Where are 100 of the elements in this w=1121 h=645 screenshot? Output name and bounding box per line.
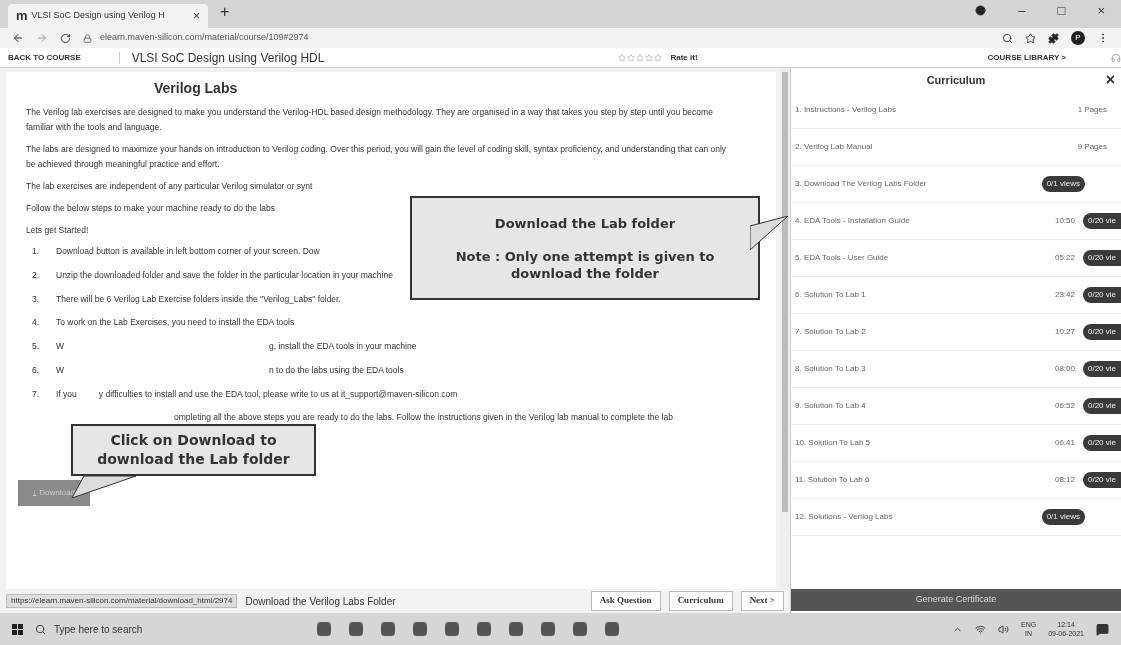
paragraph: The lab exercises are independent of any particular Verilog simulator or synt (26, 180, 314, 193)
taskbar-app-icon[interactable] (541, 622, 555, 636)
media-icon[interactable] (975, 4, 987, 16)
step-text: g, install the EDA tools in your machine (269, 340, 417, 353)
zoom-icon[interactable] (1002, 32, 1013, 44)
generate-certificate-button[interactable]: Generate Certificate (791, 589, 1121, 611)
start-icon[interactable] (12, 623, 23, 635)
window-control[interactable]: × (1097, 0, 1105, 20)
curriculum-item[interactable]: 5. EDA Tools - User Guide 05:22 0/20 vie (791, 240, 1121, 277)
views-badge: 0/20 vie (1082, 435, 1121, 451)
nav-button[interactable]: Ask Question (590, 591, 661, 611)
curriculum-item[interactable]: 6. Solution To Lab 1 23:42 0/20 vie (791, 277, 1121, 314)
item-info: 06:41 (1053, 437, 1075, 449)
rate-link[interactable]: Rate it! (670, 51, 698, 64)
wifi-icon[interactable] (975, 623, 986, 635)
taskbar-search-field[interactable]: Type here to search (54, 621, 254, 637)
item-info: 9 Pages (1076, 141, 1107, 153)
step-number: 1. (31, 245, 41, 258)
lock-icon (83, 33, 92, 43)
nav-button[interactable]: Curriculum (668, 591, 733, 611)
taskbar-app-icon[interactable] (445, 622, 459, 636)
step-text: Unzip the downloaded folder and save the folder in the particular location in your machine (56, 268, 393, 282)
taskbar-app-icon[interactable] (349, 622, 363, 636)
tab-title: VLSI SoC Design using Verilog H (31, 9, 166, 23)
back-icon[interactable] (12, 32, 24, 44)
headphones-icon[interactable] (1111, 52, 1121, 63)
step-text: y difficulties to install and use the EDA tool, please write to us at it_support@maven-silicon.com (98, 387, 458, 401)
address-field[interactable]: elearn.maven-silicon.com/material/course/109#2974 (83, 31, 990, 45)
step-text: W (56, 363, 65, 377)
paragraph: The labs are designed to maximize your hands on introduction to Verilog coding. Over this period, you will gain the level of coding skill, syntax proficiency, and understanding that can only be achieved through meaningful practice and effort. (26, 143, 728, 171)
curriculum-item[interactable]: 4. EDA Tools - Installation Guide 10:50 0/20 vie (791, 203, 1121, 240)
window-control[interactable]: □ (1057, 0, 1066, 20)
views-badge: 0/20 vie (1082, 213, 1121, 229)
views-badge: 0/20 vie (1082, 361, 1121, 377)
notifications-icon[interactable] (1096, 622, 1109, 636)
curriculum-item[interactable]: 8. Solution To Lab 3 08:00 0/20 vie (791, 351, 1121, 388)
taskbar-app-icon[interactable] (381, 622, 395, 636)
item-info: 06:52 (1053, 400, 1075, 412)
new-tab-button[interactable]: + (220, 0, 230, 24)
back-to-course-link[interactable]: BACK TO COURSE (0, 51, 120, 64)
reload-icon[interactable] (60, 32, 71, 44)
item-info: 10:50 (1053, 215, 1075, 227)
curriculum-item[interactable]: 7. Solution To Lab 2 10:27 0/20 vie (791, 314, 1121, 351)
course-title: VLSI SoC Design using Verilog HDL (130, 49, 326, 67)
step-text: W (56, 340, 65, 353)
step-number: 4. (31, 316, 41, 329)
step-text: To work on the Lab Exercises, you need to install the EDA tools (56, 316, 295, 329)
item-info: 08:12 (1053, 474, 1075, 486)
browser-tab[interactable]: m VLSI SoC Design using Verilog H × (8, 4, 208, 28)
curriculum-item[interactable]: 3. Download The Verilog Labs Folder 0/1 views (791, 166, 1121, 203)
window-control[interactable]: – (1018, 0, 1026, 20)
taskbar-app-icon[interactable] (413, 622, 427, 636)
panel-title: Curriculum (926, 72, 986, 88)
curriculum-item[interactable]: 9. Solution To Lab 4 06:52 0/20 vie (791, 388, 1121, 425)
tab-close-button[interactable]: × (193, 7, 200, 25)
volume-icon[interactable] (998, 623, 1009, 635)
bottom-label: Download the Verilog Labs Folder (245, 594, 396, 609)
curriculum-item[interactable]: 1. Instructions - Verilog Labs 1 Pages (791, 92, 1121, 129)
site-logo-icon: m (16, 6, 28, 26)
step-text: There will be 6 Verilog Lab Exercise folders inside the "Verilog_Labs" folder. (56, 292, 341, 306)
views-badge: 0/20 vie (1082, 324, 1121, 340)
taskbar-app-icon[interactable] (477, 622, 491, 636)
curriculum-item[interactable]: 12. Solutions - Verilog Labs 0/1 views (791, 499, 1121, 536)
curriculum-item[interactable]: 10. Solution To Lab 5 06:41 0/20 vie (791, 425, 1121, 462)
bookmark-icon[interactable] (1025, 32, 1036, 44)
curriculum-item[interactable]: 2. Verilog Lab Manual 9 Pages (791, 129, 1121, 166)
views-badge: 0/1 views (1041, 509, 1085, 525)
step-text: n to do the labs using the EDA tools (269, 363, 404, 377)
item-info: 1 Pages (1076, 104, 1107, 116)
taskbar-app-icon[interactable] (605, 622, 619, 636)
views-badge: 0/20 vie (1082, 472, 1121, 488)
step-number: 5. (31, 340, 41, 353)
step-text: If you (56, 387, 77, 401)
callout-note: Note : Only one attempt is given to download the folder (454, 247, 716, 282)
views-badge: 0/20 vie (1082, 250, 1121, 266)
paragraph: Follow the below steps to make your machine ready to do the labs (26, 202, 276, 215)
views-badge: 0/20 vie (1082, 287, 1121, 303)
step-number: 7. (31, 387, 41, 401)
course-library-link[interactable]: COURSE LIBRARY > (987, 51, 1067, 64)
step-number: 2. (31, 268, 41, 282)
step-text: ompleting all the above steps you are ready to do the labs. Follow the instructions given in the Verilog lab manual to complete the lab (174, 411, 673, 424)
extensions-icon[interactable] (1048, 32, 1059, 44)
taskbar-app-icon[interactable] (573, 622, 587, 636)
nav-button[interactable]: Next > (740, 591, 784, 611)
item-info: 23:42 (1053, 289, 1075, 301)
item-info: 10:27 (1053, 326, 1075, 338)
paragraph: The Verilog lab exercises are designed to make you understand the Verilog-HDL based design methodology. They are organised in a way that takes you step by step until you become familiar with the tools and language. (26, 106, 714, 134)
status-url: https://elearn.maven-silicon.com/material/download_html/2974 (6, 594, 238, 608)
page-heading: Verilog Labs (154, 79, 239, 98)
item-info: 08:00 (1053, 363, 1075, 375)
profile-avatar[interactable]: P (1071, 31, 1085, 45)
taskbar-app-icon[interactable] (509, 622, 523, 636)
views-badge: 0/20 vie (1082, 398, 1121, 414)
item-info: 05:22 (1053, 252, 1075, 264)
taskbar-app-icon[interactable] (317, 622, 331, 636)
star-rating[interactable] (618, 53, 663, 62)
close-button[interactable]: × (1105, 68, 1115, 92)
curriculum-item[interactable]: 11. Solution To Lab 6 08:12 0/20 vie (791, 462, 1121, 499)
step-number: 6. (31, 363, 41, 377)
step-number: 3. (31, 292, 41, 306)
